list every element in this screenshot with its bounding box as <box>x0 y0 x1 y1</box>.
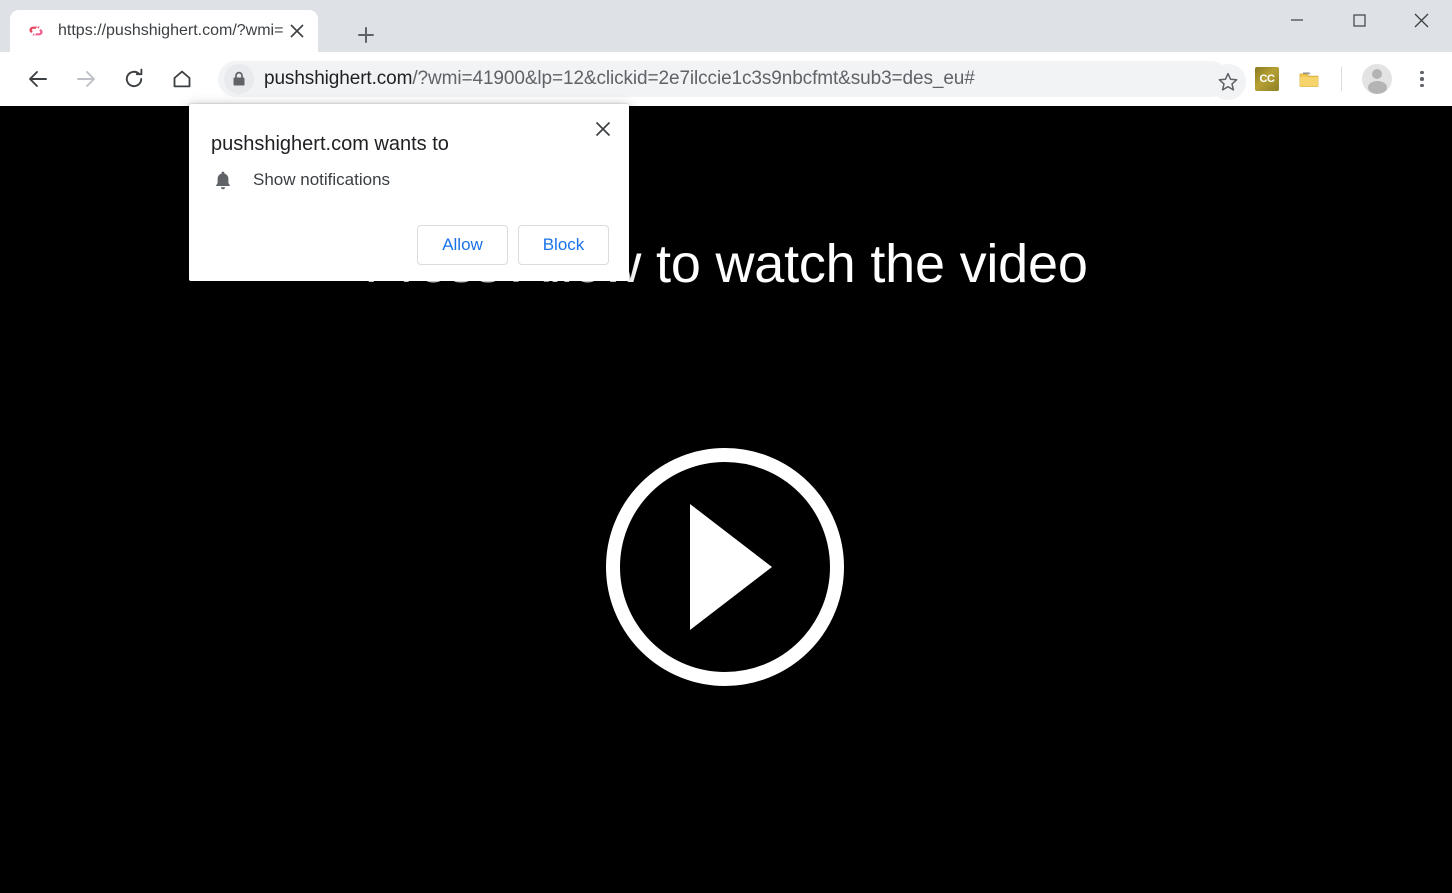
play-button[interactable] <box>606 448 844 686</box>
close-icon[interactable] <box>587 113 619 145</box>
browser-chrome: https://pushshighert.com/?wmi= pushshigh… <box>0 0 1452 106</box>
bookmark-star-icon[interactable] <box>1210 64 1246 100</box>
chrome-menu-icon[interactable] <box>1404 61 1440 97</box>
avatar[interactable] <box>1362 64 1392 94</box>
notification-permission-dialog: pushshighert.com wants to Show notificat… <box>189 104 629 281</box>
allow-button[interactable]: Allow <box>417 225 508 265</box>
reload-icon[interactable] <box>114 59 154 99</box>
home-icon[interactable] <box>162 59 202 99</box>
minimize-icon[interactable] <box>1266 0 1328 40</box>
bell-icon <box>211 168 235 192</box>
forward-icon <box>66 59 106 99</box>
new-tab-button[interactable] <box>350 19 382 51</box>
kebab-dot <box>1420 77 1424 81</box>
permission-label: Show notifications <box>253 170 391 189</box>
kebab-dot <box>1420 83 1424 88</box>
browser-tab-active[interactable]: https://pushshighert.com/?wmi= <box>10 10 318 52</box>
url-path: /?wmi=41900&lp=12&clickid=2e7ilccie1c3s9… <box>412 68 975 89</box>
chain-link-favicon <box>26 21 46 41</box>
close-icon[interactable] <box>284 18 310 44</box>
window-controls <box>1266 0 1452 40</box>
tab-title: https://pushshighert.com/?wmi= <box>58 22 284 39</box>
cc-extension-icon[interactable]: CC <box>1255 67 1279 91</box>
toolbar-divider <box>1341 67 1342 91</box>
maximize-icon[interactable] <box>1328 0 1390 40</box>
url-host: pushshighert.com <box>264 68 413 89</box>
close-window-icon[interactable] <box>1390 0 1452 40</box>
kebab-dot <box>1420 70 1424 75</box>
block-button[interactable]: Block <box>518 225 609 265</box>
permission-row: Show notifications <box>211 168 390 192</box>
dialog-title: pushshighert.com wants to <box>211 133 449 155</box>
tab-strip: https://pushshighert.com/?wmi= <box>0 0 1452 52</box>
back-icon[interactable] <box>18 59 58 99</box>
browser-window: https://pushshighert.com/?wmi= pushshigh… <box>0 0 1452 893</box>
play-triangle-icon <box>690 504 772 630</box>
address-bar[interactable]: pushshighert.com/?wmi=41900&lp=12&clicki… <box>218 61 1229 97</box>
lock-icon[interactable] <box>224 64 254 94</box>
url-text: pushshighert.com/?wmi=41900&lp=12&clicki… <box>264 67 975 91</box>
folder-extension-icon[interactable] <box>1297 67 1321 91</box>
dialog-actions: Allow Block <box>417 225 609 265</box>
